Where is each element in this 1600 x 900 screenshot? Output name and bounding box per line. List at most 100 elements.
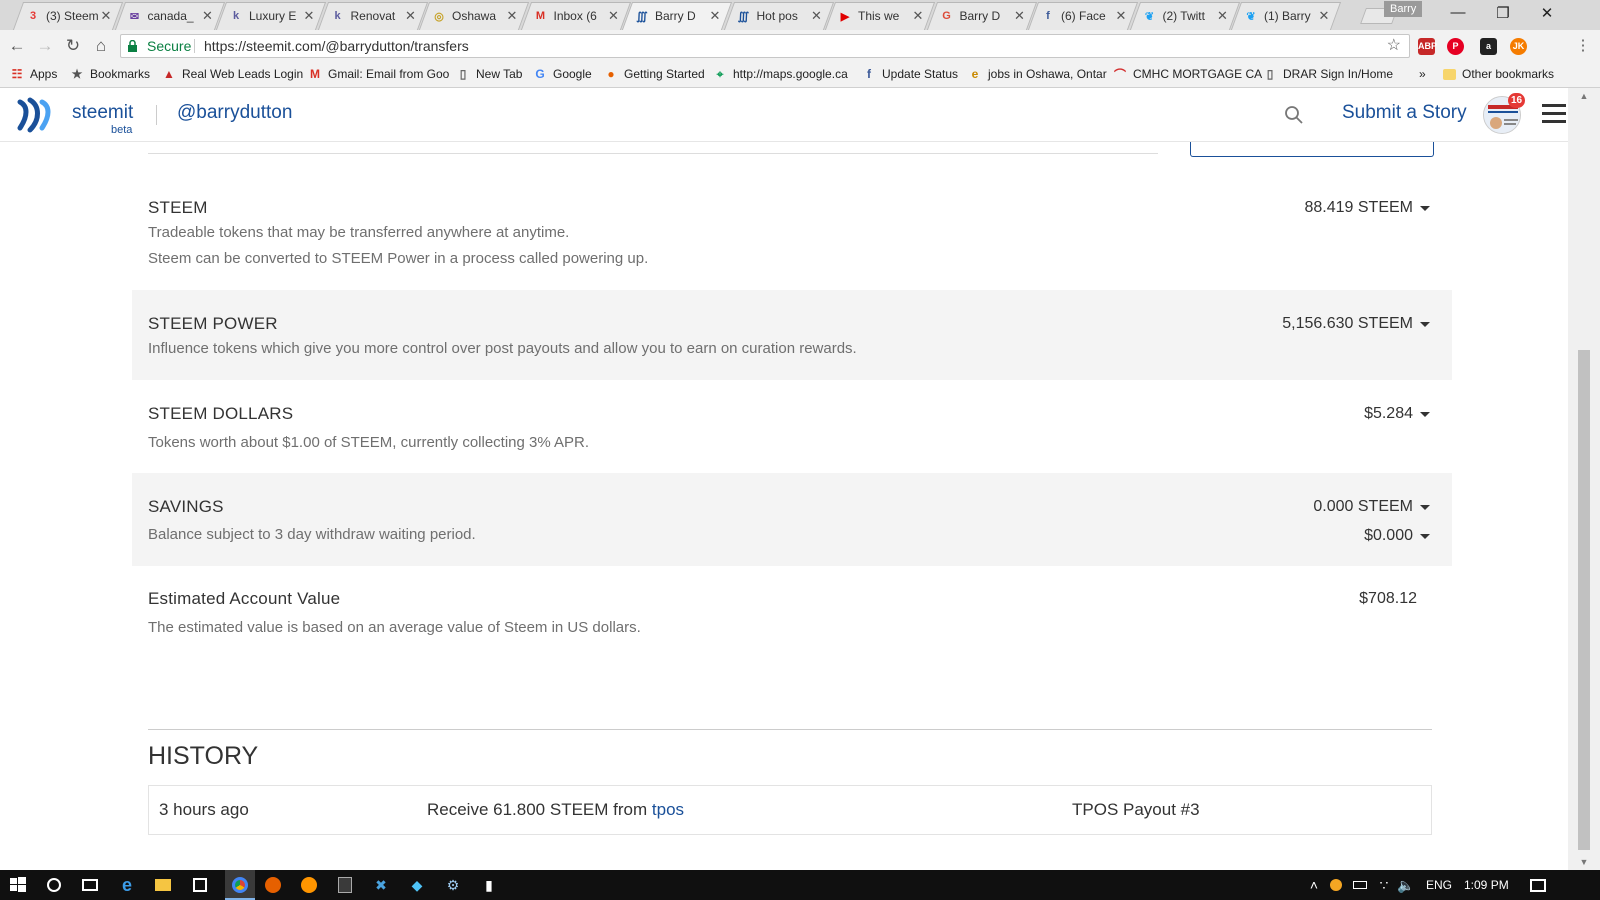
brand-name[interactable]: steemit	[72, 102, 133, 124]
tab-close-icon[interactable]: ✕	[506, 8, 518, 24]
firefox-alt-icon[interactable]	[299, 875, 319, 895]
bookmark-item[interactable]: e jobs in Oshawa, Ontar	[968, 67, 1107, 81]
steem-power-dropdown[interactable]: 5,156.630 STEEM	[1282, 315, 1430, 333]
minimize-icon[interactable]: —	[1443, 4, 1473, 21]
pinterest-icon[interactable]: P	[1447, 38, 1464, 55]
scroll-down-icon[interactable]: ▼	[1568, 854, 1600, 870]
store-icon[interactable]	[190, 875, 210, 895]
bookmark-star-icon[interactable]: ☆	[1387, 35, 1401, 57]
firefox-icon[interactable]	[263, 875, 283, 895]
clock[interactable]: 1:09 PM	[1464, 878, 1509, 892]
action-center-icon[interactable]	[1528, 875, 1548, 895]
steem-balance-dropdown[interactable]: 88.419 STEEM	[1305, 199, 1430, 217]
browser-tab[interactable]: ∭ Barry D ✕	[627, 2, 727, 30]
browser-tab[interactable]: ✉ canada_ ✕	[120, 2, 220, 30]
bookmark-item[interactable]: M Gmail: Email from Goo	[308, 67, 449, 81]
back-icon[interactable]: ←	[6, 35, 28, 57]
restore-icon[interactable]: ❐	[1488, 4, 1518, 22]
bookmark-item[interactable]: ▲ Real Web Leads Login	[162, 67, 303, 81]
wallet-action-button[interactable]	[1190, 142, 1434, 157]
page-scrollbar[interactable]: ▲ ▼	[1568, 88, 1600, 870]
menu-dots-icon[interactable]: ⋮	[1572, 35, 1594, 57]
tab-close-icon[interactable]: ✕	[811, 8, 823, 24]
history-action-text: Receive 61.800 STEEM from	[427, 800, 648, 819]
bookmark-item[interactable]: G Google	[533, 67, 591, 81]
app-diamond-icon[interactable]: ◆	[407, 875, 427, 895]
tab-close-icon[interactable]: ✕	[1115, 8, 1127, 24]
bookmark-label: Update Status	[882, 67, 959, 81]
app-media-icon[interactable]: ▮	[479, 875, 499, 895]
scrollbar-thumb[interactable]	[1578, 350, 1590, 850]
tab-close-icon[interactable]: ✕	[1014, 8, 1026, 24]
tab-close-icon[interactable]: ✕	[202, 8, 214, 24]
adblock-icon[interactable]: ABP	[1418, 38, 1437, 55]
tab-close-icon[interactable]: ✕	[912, 8, 924, 24]
profile-button[interactable]: Barry	[1384, 1, 1423, 17]
tab-close-icon[interactable]: ✕	[100, 8, 112, 24]
windows-start-icon[interactable]	[8, 875, 28, 895]
forward-icon[interactable]: →	[34, 35, 56, 57]
wifi-icon[interactable]: ∵	[1374, 875, 1394, 895]
savings-steem-dropdown[interactable]: 0.000 STEEM	[1313, 498, 1430, 516]
row-description: Influence tokens which give you more con…	[148, 340, 857, 357]
bookmark-item[interactable]: ● Getting Started	[604, 67, 704, 81]
address-bar[interactable]: Secure https://steemit.com/@barrydutton/…	[120, 34, 1410, 58]
bookmark-item[interactable]: ⌖ http://maps.google.ca	[713, 67, 848, 82]
browser-tab[interactable]: ❦ (2) Twitt ✕	[1135, 2, 1235, 30]
hamburger-menu-icon[interactable]	[1542, 104, 1566, 124]
edge-icon[interactable]: e	[117, 875, 137, 895]
bookmark-item[interactable]: ▯ New Tab	[456, 67, 523, 81]
tab-close-icon[interactable]: ✕	[1318, 8, 1330, 24]
savings-dollars-dropdown[interactable]: $0.000	[1364, 527, 1430, 545]
bookmark-item[interactable]: ⌒ CMHC MORTGAGE CA	[1113, 67, 1262, 82]
steemit-logo-icon[interactable]	[16, 96, 56, 134]
cortana-icon[interactable]	[44, 875, 64, 895]
tab-close-icon[interactable]: ✕	[405, 8, 417, 24]
bookmarks-overflow-icon[interactable]: »	[1419, 67, 1426, 81]
browser-tab[interactable]: 3 (3) Steem ✕	[18, 2, 118, 30]
tray-app-icon[interactable]	[1326, 875, 1346, 895]
browser-tab[interactable]: ❦ (1) Barry ✕	[1236, 2, 1336, 30]
language-indicator[interactable]: ENG	[1426, 878, 1452, 892]
task-view-icon[interactable]	[80, 875, 100, 895]
file-explorer-icon[interactable]	[153, 875, 173, 895]
url-text[interactable]: https://steemit.com/@barrydutton/transfe…	[204, 35, 469, 57]
tab-close-icon[interactable]: ✕	[1217, 8, 1229, 24]
steem-dollars-dropdown[interactable]: $5.284	[1364, 405, 1430, 423]
browser-tab[interactable]: ∭ Hot pos ✕	[729, 2, 829, 30]
bookmark-label: Gmail: Email from Goo	[328, 67, 450, 81]
reload-icon[interactable]: ↻	[62, 35, 84, 57]
browser-tab[interactable]: ▶ This we ✕	[830, 2, 930, 30]
other-bookmarks[interactable]: Other bookmarks	[1443, 67, 1554, 81]
username-link[interactable]: @barrydutton	[177, 102, 292, 124]
home-icon[interactable]: ⌂	[90, 35, 112, 57]
scroll-up-icon[interactable]: ▲	[1568, 88, 1600, 104]
calculator-icon[interactable]	[335, 875, 355, 895]
bookmark-item[interactable]: ▯ DRAR Sign In/Home	[1263, 67, 1393, 81]
browser-tab[interactable]: k Luxury E ✕	[221, 2, 321, 30]
browser-tab[interactable]: ◎ Oshawa ✕	[424, 2, 524, 30]
bookmark-item[interactable]: ★ Bookmarks	[70, 67, 150, 81]
close-window-icon[interactable]: ✕	[1532, 4, 1562, 22]
tab-close-icon[interactable]: ✕	[709, 8, 721, 24]
submit-story-button[interactable]: Submit a Story	[1342, 102, 1467, 124]
battery-icon[interactable]	[1350, 875, 1370, 895]
app-tool-icon[interactable]: ⚙	[443, 875, 463, 895]
app-icon[interactable]: ✖	[371, 875, 391, 895]
search-icon[interactable]	[1284, 105, 1304, 125]
history-from-link[interactable]: tpos	[652, 800, 684, 819]
amazon-icon[interactable]: a	[1480, 38, 1497, 55]
browser-tab[interactable]: G Barry D ✕	[932, 2, 1032, 30]
bookmark-item[interactable]: ☷ Apps	[10, 67, 58, 81]
browser-tab[interactable]: f (6) Face ✕	[1033, 2, 1133, 30]
wallet-row-estimated-value: Estimated Account Value The estimated va…	[132, 566, 1452, 666]
browser-tab[interactable]: M Inbox (6 ✕	[526, 2, 626, 30]
chrome-icon[interactable]	[230, 875, 250, 895]
tab-close-icon[interactable]: ✕	[303, 8, 315, 24]
bookmark-item[interactable]: f Update Status	[862, 67, 958, 81]
volume-icon[interactable]: 🔈	[1396, 875, 1416, 895]
browser-tab[interactable]: k Renovat ✕	[323, 2, 423, 30]
extension-icon[interactable]: JK	[1510, 38, 1527, 55]
tray-chevron-up-icon[interactable]: ˄	[1304, 875, 1324, 895]
tab-close-icon[interactable]: ✕	[608, 8, 620, 24]
